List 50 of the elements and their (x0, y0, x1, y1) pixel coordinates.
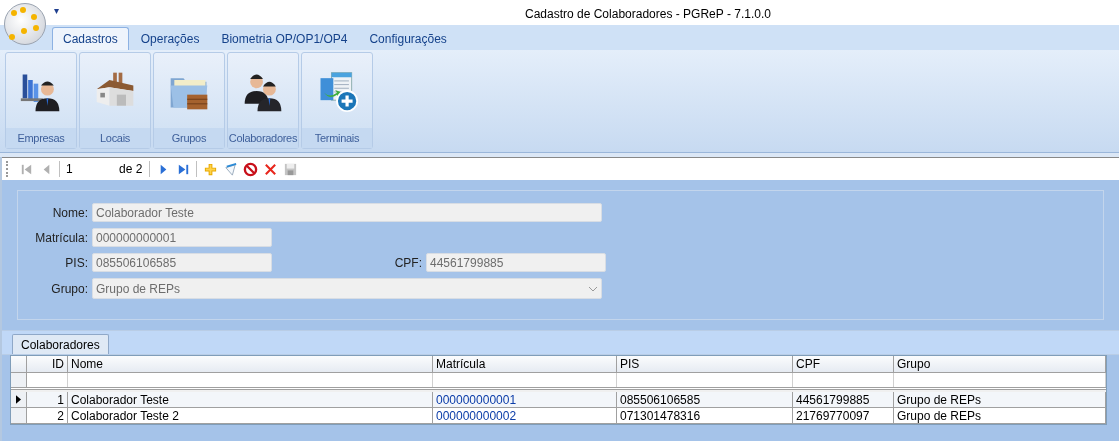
window-title: Cadastro de Colaboradores - PGReP - 7.1.0.0 (525, 6, 771, 23)
field-label: Grupo: (50, 280, 88, 298)
ribbon-button[interactable]: Empresas (5, 52, 77, 149)
table-cell: 071301478316 (617, 408, 793, 423)
column-header[interactable]: ID (27, 356, 68, 372)
table-cell: 085506106585 (617, 392, 793, 407)
column-header[interactable]: PIS (617, 356, 793, 372)
field-label: Matrícula: (34, 229, 88, 247)
add-icon (202, 161, 218, 177)
close-icon (262, 161, 278, 177)
column-header[interactable]: CPF (793, 356, 894, 372)
pencil-icon (222, 161, 238, 177)
ribbon-tab[interactable]: Biometria OP/OP1/OP4 (211, 27, 358, 50)
table-cell: Grupo de REPs (894, 408, 1106, 423)
table-cell: Colaborador Teste (68, 392, 433, 407)
field-label: Nome: (51, 204, 88, 222)
input-field[interactable]: 085506106585 (92, 253, 272, 272)
save-icon (282, 161, 298, 177)
ribbon-button[interactable]: Grupos (153, 52, 225, 149)
input-field[interactable]: 44561799885 (426, 253, 606, 272)
input-field[interactable]: Colaborador Teste (92, 203, 602, 222)
dropdown[interactable]: Grupo de REPs (92, 278, 602, 299)
app-logo-icon[interactable] (4, 3, 46, 45)
ribbon-tab[interactable]: Configurações (359, 27, 457, 50)
table-cell: 21769770097 (793, 408, 894, 423)
ribbon-button[interactable]: Colaboradores (227, 52, 299, 149)
ribbon-button[interactable]: Terminais (301, 52, 373, 149)
table-cell: 1 (27, 392, 68, 407)
table-cell: 44561799885 (793, 392, 894, 407)
input-field[interactable]: 000000000001 (92, 228, 272, 247)
row-header[interactable] (11, 392, 27, 407)
table-cell: 000000000001 (433, 392, 617, 407)
row-indicator-icon (16, 395, 21, 404)
ribbon-button[interactable]: Locais (79, 52, 151, 149)
table-cell: 000000000002 (433, 408, 617, 423)
record-count: de 2 (118, 161, 144, 178)
table-cell: Grupo de REPs (894, 392, 1106, 407)
field-label: CPF: (393, 254, 422, 272)
quick-access-button[interactable]: ▾ (54, 3, 59, 18)
table-cell: 2 (27, 408, 68, 423)
cancel-icon (242, 161, 258, 177)
column-header[interactable]: Grupo (894, 356, 1106, 372)
field-label: PIS: (64, 254, 88, 272)
table-cell: Colaborador Teste 2 (68, 408, 433, 423)
chevron-down-icon (588, 285, 598, 292)
grid-tab[interactable]: Colaboradores (12, 334, 109, 354)
column-header[interactable]: Nome (68, 356, 433, 372)
column-header[interactable]: Matrícula (433, 356, 617, 372)
ribbon-tab[interactable]: Cadastros (52, 27, 129, 50)
ribbon-tab[interactable]: Operações (130, 27, 210, 50)
